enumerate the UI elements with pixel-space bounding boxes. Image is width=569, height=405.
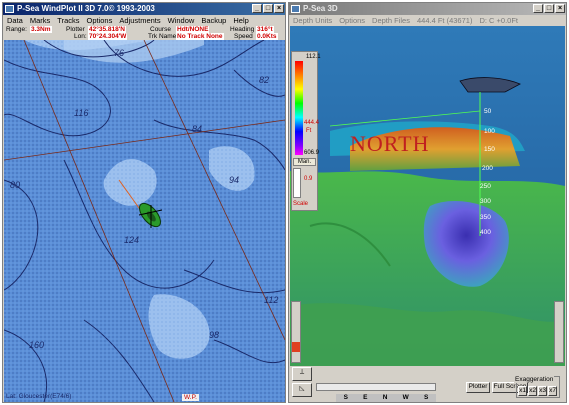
legend-small-value: 0.9 bbox=[304, 176, 313, 182]
exaggeration-label: Exaggeration bbox=[514, 376, 555, 383]
exaggeration-x2-button[interactable]: x2 bbox=[528, 386, 537, 396]
chart-source-label: Lat: Gloucester(E74/6) bbox=[6, 393, 72, 400]
horizontal-rotation-slider[interactable] bbox=[316, 383, 436, 391]
scale-label: Scale bbox=[293, 201, 309, 207]
range-label: Range: bbox=[6, 26, 27, 33]
exaggeration-x3-button[interactable]: x3 bbox=[538, 386, 547, 396]
depth-tick: 350 bbox=[480, 214, 491, 221]
menu-options[interactable]: Options bbox=[339, 15, 365, 26]
menu-help[interactable]: Help bbox=[233, 15, 248, 26]
measure-tool-icon[interactable]: ⟂ bbox=[292, 367, 312, 381]
minimize-button[interactable]: _ bbox=[252, 4, 262, 13]
depth-label-124: 124 bbox=[124, 235, 140, 245]
depth-label-116: 116 bbox=[74, 108, 89, 118]
range-value: 3.3Nm bbox=[30, 26, 52, 33]
menu-marks[interactable]: Marks bbox=[30, 15, 50, 26]
3d-terrain-view[interactable]: NORTH 50 100 150 200 250 300 350 400 112… bbox=[290, 26, 565, 366]
menu-options[interactable]: Options bbox=[87, 15, 113, 26]
legend-mid-unit: Ft bbox=[306, 128, 312, 134]
windplot-titlebar[interactable]: P-Sea WindPlot II 3D 7.0© 1993-2003 _ □ … bbox=[3, 3, 285, 15]
depth-label-160: 160 bbox=[29, 340, 45, 350]
depth-label-112: 112 bbox=[264, 295, 279, 305]
windplot-window: P-Sea WindPlot II 3D 7.0© 1993-2003 _ □ … bbox=[2, 2, 286, 403]
legend-bottom-value: 606.9 bbox=[304, 150, 320, 156]
angle-tool-icon[interactable]: ◺ bbox=[292, 383, 312, 397]
menu-offset-readout: D: C +0.0Ft bbox=[479, 16, 518, 25]
depth-tick: 300 bbox=[480, 198, 491, 205]
heading-label: Heading bbox=[230, 26, 255, 33]
compass-point: N bbox=[382, 394, 388, 401]
depth-tick: 100 bbox=[484, 128, 495, 135]
close-button[interactable]: × bbox=[274, 4, 284, 13]
maximize-button[interactable]: □ bbox=[544, 4, 554, 13]
track-label: Trk Name bbox=[148, 33, 177, 40]
chart-map[interactable]: 76 84 82 116 80 124 94 112 160 98 Lat: G… bbox=[4, 40, 285, 402]
legend-slider[interactable] bbox=[293, 168, 301, 198]
depth-tick: 50 bbox=[484, 108, 492, 115]
vertical-view-slider[interactable] bbox=[291, 301, 301, 363]
menu-backup[interactable]: Backup bbox=[201, 15, 226, 26]
depth-tick: 250 bbox=[480, 183, 491, 190]
depth-label-84: 84 bbox=[192, 124, 203, 134]
legend-mid-value: 444.4 bbox=[304, 120, 320, 126]
close-button[interactable]: × bbox=[555, 4, 565, 13]
depth-label-82: 82 bbox=[259, 75, 270, 85]
depth-legend: 112.1 444.4 Ft 606.9 Man. 0.9 Scale bbox=[291, 51, 321, 211]
menu-tracks[interactable]: Tracks bbox=[57, 15, 79, 26]
lon-label: Lon: bbox=[74, 33, 87, 40]
depth-tick: 150 bbox=[484, 146, 495, 153]
p-sea-3d-window: P-Sea 3D _ □ × Depth Units Options Depth… bbox=[288, 2, 567, 403]
depth-label-80: 80 bbox=[10, 180, 21, 190]
3d-control-bar: ⟂ ◺ Plotter Full Screen x1 x2 x3 x7 Exag… bbox=[290, 366, 565, 402]
lat-value: 42°35.818'N bbox=[88, 26, 126, 33]
exaggeration-x7-button[interactable]: x7 bbox=[548, 386, 557, 396]
plotter-label: Plotter bbox=[66, 26, 85, 33]
track-value: No Track None bbox=[176, 33, 224, 40]
app-icon bbox=[5, 5, 14, 13]
menubar: Data Marks Tracks Options Adjustments Wi… bbox=[3, 15, 285, 26]
compass-point: S bbox=[343, 394, 348, 401]
waypoint-label[interactable]: W.P. bbox=[182, 394, 199, 401]
window-title: P-Sea WindPlot II 3D 7.0© 1993-2003 bbox=[17, 4, 155, 13]
depth-tick: 400 bbox=[480, 229, 491, 236]
course-value: Hdt/NONE bbox=[176, 26, 210, 33]
depth-label-98: 98 bbox=[209, 330, 220, 340]
speed-value: 0.0Kts bbox=[256, 33, 278, 40]
slider-thumb-icon[interactable] bbox=[292, 342, 300, 352]
manual-button[interactable]: Man. bbox=[293, 158, 316, 166]
window-title: P-Sea 3D bbox=[303, 4, 338, 13]
compass-point: W bbox=[402, 394, 409, 401]
menu-adjustments[interactable]: Adjustments bbox=[119, 15, 160, 26]
speed-label: Speed bbox=[234, 33, 253, 40]
menu-data[interactable]: Data bbox=[7, 15, 23, 26]
plotter-button[interactable]: Plotter bbox=[466, 382, 490, 393]
maximize-button[interactable]: □ bbox=[263, 4, 273, 13]
course-label: Course bbox=[150, 26, 171, 33]
menubar: Depth Units Options Depth Files 444.4 Ft… bbox=[289, 15, 566, 26]
lon-value: 70°24.304'W bbox=[88, 33, 128, 40]
minimize-button[interactable]: _ bbox=[533, 4, 543, 13]
menu-depth-files[interactable]: Depth Files bbox=[372, 15, 410, 26]
right-view-slider[interactable] bbox=[554, 301, 564, 363]
nav-info-bar: Range: 3.3Nm Plotter 42°35.818'N Lon: 70… bbox=[4, 26, 285, 40]
compass-point: E bbox=[363, 394, 368, 401]
depth-tick: 200 bbox=[482, 165, 493, 172]
north-label: NORTH bbox=[350, 131, 430, 156]
chart-map-graphic bbox=[4, 40, 285, 402]
app-icon bbox=[291, 5, 300, 13]
p-sea-3d-titlebar[interactable]: P-Sea 3D _ □ × bbox=[289, 3, 566, 15]
menu-depth-units[interactable]: Depth Units bbox=[293, 15, 332, 26]
compass-point: S bbox=[424, 394, 429, 401]
compass-strip: S E N W S bbox=[336, 394, 436, 402]
legend-top-value: 112.1 bbox=[306, 54, 321, 60]
menu-depth-readout: 444.4 Ft (43671) bbox=[416, 16, 473, 25]
exaggeration-x1-button[interactable]: x1 bbox=[518, 386, 527, 396]
heading-value: 316°t bbox=[256, 26, 274, 33]
depth-label-76: 76 bbox=[114, 48, 125, 58]
depth-label-94: 94 bbox=[229, 175, 240, 185]
menu-window[interactable]: Window bbox=[168, 15, 195, 26]
depth-color-scale bbox=[295, 61, 303, 155]
3d-terrain-graphic bbox=[290, 26, 565, 366]
